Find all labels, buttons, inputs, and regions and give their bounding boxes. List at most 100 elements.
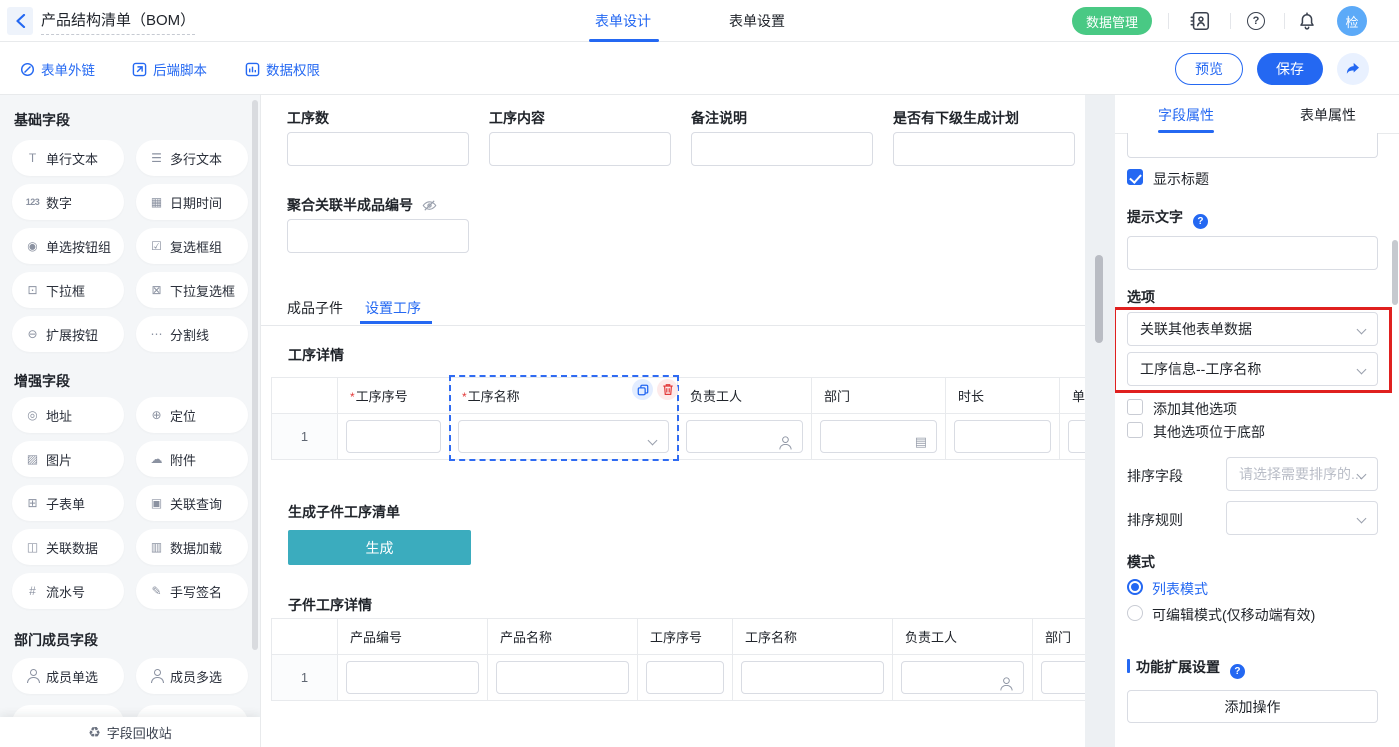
save-button[interactable]: 保存	[1257, 53, 1323, 85]
trash-icon	[662, 383, 674, 396]
cloud-upload-icon: ☁	[149, 452, 164, 466]
product-name-input[interactable]	[496, 661, 629, 694]
field-radio-group[interactable]: ◉单选按钮组	[12, 228, 124, 264]
process-name-select[interactable]	[458, 420, 669, 453]
field-subform[interactable]: ⊞子表单	[12, 485, 124, 521]
department-input[interactable]: ▤	[820, 420, 937, 453]
form-toolbar: 表单外链 后端脚本 数据权限 预览 保存	[0, 42, 1399, 95]
col-label: 工序序号	[650, 630, 702, 645]
worker-input[interactable]	[686, 420, 803, 453]
field-location[interactable]: ⊕定位	[136, 397, 248, 433]
field-extend-button[interactable]: ⊖扩展按钮	[12, 316, 124, 352]
data-permission-button[interactable]: 数据权限	[245, 59, 320, 79]
col-worker[interactable]: 负责工人	[893, 619, 1033, 655]
notification-button[interactable]	[1294, 8, 1320, 34]
copy-field-button[interactable]	[632, 379, 653, 400]
field-attachment[interactable]: ☁附件	[136, 441, 248, 477]
extension-settings-text: 功能扩展设置	[1136, 659, 1220, 675]
sort-rule-select[interactable]	[1226, 501, 1378, 535]
has-subplan-input[interactable]	[893, 132, 1075, 166]
hint-text-input[interactable]	[1127, 236, 1378, 270]
sort-field-select[interactable]: 请选择需要排序的...	[1226, 457, 1378, 491]
col-unit-price[interactable]: 单价	[1060, 378, 1086, 414]
field-recycle-bin[interactable]: ♻ 字段回收站	[0, 717, 260, 747]
preview-button[interactable]: 预览	[1175, 53, 1243, 85]
col-product-code[interactable]: 产品编号	[338, 619, 488, 655]
process-seq-input[interactable]	[346, 420, 441, 453]
panel-scrollbar[interactable]	[1392, 240, 1398, 305]
col-process-name[interactable]: 工序名称	[733, 619, 893, 655]
process-content-input[interactable]	[489, 132, 671, 166]
field-select[interactable]: ⊡下拉框	[12, 272, 124, 308]
col-worker[interactable]: 负责工人	[678, 378, 812, 414]
delete-field-button[interactable]	[657, 379, 678, 400]
process-count-input[interactable]	[287, 132, 469, 166]
tab-set-process[interactable]: 设置工序	[365, 298, 421, 318]
col-process-seq[interactable]: 工序序号	[638, 619, 733, 655]
worker-cell	[678, 414, 812, 460]
field-datetime[interactable]: ▦日期时间	[136, 184, 248, 220]
help-button[interactable]: ?	[1243, 8, 1269, 34]
sidebar-scrollbar[interactable]	[252, 100, 258, 650]
tab-form-design[interactable]: 表单设计	[595, 11, 651, 31]
col-department[interactable]: 部门	[812, 378, 946, 414]
worker-input[interactable]	[901, 661, 1024, 694]
product-code-input[interactable]	[346, 661, 479, 694]
share-button[interactable]	[1337, 53, 1369, 85]
tab-field-properties[interactable]: 字段属性	[1115, 105, 1257, 125]
col-process-seq[interactable]: *工序序号	[338, 378, 450, 414]
field-number[interactable]: 123数字	[12, 184, 124, 220]
unit-price-input[interactable]	[1068, 420, 1085, 453]
field-image[interactable]: ▨图片	[12, 441, 124, 477]
field-linked-query[interactable]: ▣关联查询	[136, 485, 248, 521]
field-linked-data[interactable]: ◫关联数据	[12, 529, 124, 565]
option-field-select[interactable]: 工序信息--工序名称	[1127, 352, 1378, 386]
field-multi-line-text[interactable]: ☰多行文本	[136, 140, 248, 176]
generate-button[interactable]: 生成	[288, 530, 471, 565]
add-action-button[interactable]: 添加操作	[1127, 690, 1378, 723]
field-label: 子表单	[46, 494, 85, 513]
tab-finished-parts[interactable]: 成品子件	[287, 298, 343, 318]
tab-form-settings[interactable]: 表单设置	[729, 11, 785, 31]
extension-help-icon[interactable]: ?	[1230, 664, 1245, 679]
hint-help-icon[interactable]: ?	[1193, 214, 1208, 229]
field-member-multi[interactable]: 成员多选	[136, 658, 248, 694]
edit-mode-radio[interactable]	[1127, 605, 1143, 621]
col-duration[interactable]: 时长	[946, 378, 1060, 414]
process-name-input[interactable]	[741, 661, 884, 694]
field-data-load[interactable]: ▥数据加载	[136, 529, 248, 565]
other-option-bottom-checkbox[interactable]	[1127, 422, 1143, 438]
field-address[interactable]: ◎地址	[12, 397, 124, 433]
field-serial-number[interactable]: #流水号	[12, 573, 124, 609]
external-link-button[interactable]: 表单外链	[20, 59, 95, 79]
data-manage-button[interactable]: 数据管理	[1072, 7, 1152, 35]
canvas-tab-divider	[261, 325, 1085, 326]
option-source-select[interactable]: 关联其他表单数据	[1127, 312, 1378, 346]
agg-semi-code-input[interactable]	[287, 219, 469, 253]
canvas-scrollbar[interactable]	[1095, 255, 1103, 343]
avatar[interactable]: 检	[1337, 6, 1367, 36]
back-button[interactable]	[7, 7, 33, 35]
process-seq-input[interactable]	[646, 661, 724, 694]
show-title-checkbox[interactable]	[1127, 169, 1143, 185]
field-divider[interactable]: ⋯分割线	[136, 316, 248, 352]
field-multi-select[interactable]: ⊠下拉复选框	[136, 272, 248, 308]
options-label: 选项	[1127, 287, 1155, 307]
field-member-single[interactable]: 成员单选	[12, 658, 124, 694]
form-title[interactable]: 产品结构清单（BOM）	[41, 9, 195, 35]
remark-input[interactable]	[691, 132, 873, 166]
add-other-option-checkbox[interactable]	[1127, 399, 1143, 415]
department-input[interactable]	[1041, 661, 1085, 694]
col-label: 工序名称	[468, 389, 520, 404]
contact-book-button[interactable]	[1187, 8, 1213, 34]
backend-script-button[interactable]: 后端脚本	[132, 59, 207, 79]
col-product-name[interactable]: 产品名称	[488, 619, 638, 655]
list-mode-radio[interactable]	[1127, 579, 1143, 595]
field-checkbox-group[interactable]: ☑复选框组	[136, 228, 248, 264]
tab-form-properties[interactable]: 表单属性	[1257, 105, 1399, 125]
field-title-input-clipped[interactable]	[1127, 133, 1378, 158]
col-department[interactable]: 部门	[1033, 619, 1086, 655]
field-single-line-text[interactable]: T单行文本	[12, 140, 124, 176]
duration-input[interactable]	[954, 420, 1051, 453]
field-signature[interactable]: ✎手写签名	[136, 573, 248, 609]
